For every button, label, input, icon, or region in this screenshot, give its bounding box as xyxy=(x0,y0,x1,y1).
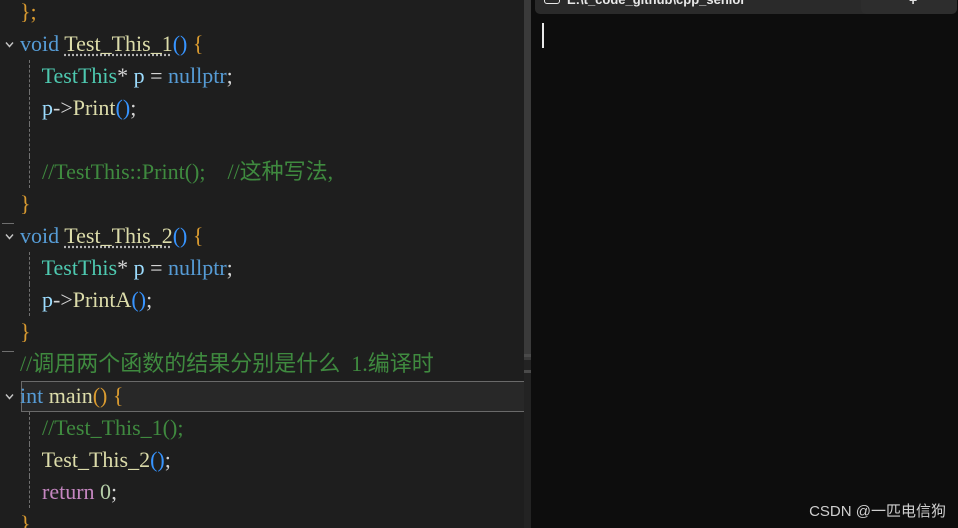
fold-chevron-icon[interactable] xyxy=(4,231,15,242)
code-line[interactable]: p->PrintA(); xyxy=(20,284,531,316)
code-token: } xyxy=(20,319,31,344)
code-token: //Test_This_1(); xyxy=(42,415,184,440)
code-token: void xyxy=(20,223,60,248)
code-token: { xyxy=(192,31,204,56)
fold-region-separator xyxy=(2,223,14,224)
add-terminal-icon[interactable]: + xyxy=(909,0,917,14)
code-token: TestThis xyxy=(41,63,118,88)
fold-chevron-icon[interactable] xyxy=(4,391,15,402)
terminal-new-tab[interactable]: + xyxy=(861,0,957,14)
code-token: p xyxy=(42,287,53,312)
code-token: } xyxy=(20,191,31,216)
code-token: () xyxy=(115,95,131,120)
code-token: //这种写法, xyxy=(227,159,334,184)
code-line[interactable]: Test_This_2(); xyxy=(20,444,531,476)
code-token: p xyxy=(133,255,145,280)
terminal-tab-label: E:\t_code_github\cpp_senior xyxy=(567,0,745,14)
code-token: { xyxy=(192,223,204,248)
code-line[interactable]: TestThis* p = nullptr; xyxy=(20,60,531,92)
code-token: main xyxy=(48,383,93,408)
code-token: Print xyxy=(72,95,116,120)
code-token: () xyxy=(172,223,188,248)
code-token: * xyxy=(117,255,129,280)
terminal-pane[interactable]: E:\t_code_github\cpp_senior ▾ + CSDN @一匹… xyxy=(531,0,958,528)
code-line[interactable]: void Test_This_2() { xyxy=(20,220,531,252)
code-token: = xyxy=(150,63,163,88)
code-token: -> xyxy=(53,287,73,312)
code-line[interactable]: } xyxy=(20,508,531,528)
code-token: ; xyxy=(130,95,137,120)
code-line[interactable]: } xyxy=(20,316,531,348)
code-token: p xyxy=(133,63,145,88)
code-token: 0 xyxy=(100,479,112,504)
code-token: } xyxy=(20,511,31,528)
code-token: Test_This_2 xyxy=(41,447,151,472)
code-line[interactable]: //Test_This_1(); xyxy=(20,412,531,444)
editor-code-area[interactable]: }; void Test_This_1() { TestThis* p = nul… xyxy=(20,0,531,528)
terminal-tab-bar[interactable]: E:\t_code_github\cpp_senior ▾ + xyxy=(531,0,958,14)
code-line[interactable]: TestThis* p = nullptr; xyxy=(20,252,531,284)
code-token: () xyxy=(131,287,147,312)
code-line[interactable]: //TestThis::Print(); //这种写法, xyxy=(20,156,531,188)
app-window: }; void Test_This_1() { TestThis* p = nul… xyxy=(0,0,958,528)
code-editor-pane[interactable]: }; void Test_This_1() { TestThis* p = nul… xyxy=(0,0,531,528)
code-token: ; xyxy=(226,63,233,88)
code-token: //调用两个函数的结果分别是什么 1.编译时 xyxy=(20,351,434,376)
editor-vertical-scrollbar[interactable] xyxy=(524,0,531,528)
scrollbar-thumb[interactable] xyxy=(524,0,531,360)
code-line[interactable] xyxy=(20,124,531,156)
scrollbar-overview-mark xyxy=(524,370,531,373)
code-token: void xyxy=(20,31,60,56)
code-token: nullptr xyxy=(167,63,227,88)
code-line[interactable]: }; xyxy=(20,0,531,28)
code-token: ; xyxy=(146,287,153,312)
code-token: }; xyxy=(20,0,37,24)
fold-region-separator xyxy=(2,351,14,352)
code-token: TestThis xyxy=(41,255,118,280)
code-token: ; xyxy=(111,479,118,504)
terminal-icon xyxy=(544,0,560,4)
code-line[interactable]: p->Print(); xyxy=(20,92,531,124)
code-line[interactable]: } xyxy=(20,188,531,220)
code-token: ; xyxy=(164,447,171,472)
code-token: () xyxy=(150,447,165,472)
code-line[interactable]: int main() { xyxy=(20,380,531,412)
code-token: nullptr xyxy=(167,255,227,280)
code-token: = xyxy=(150,255,163,280)
code-token: p xyxy=(42,95,53,120)
code-token: * xyxy=(117,63,129,88)
csdn-watermark: CSDN @一匹电信狗 xyxy=(809,503,946,520)
code-token: -> xyxy=(53,95,73,120)
scrollbar-overview-mark xyxy=(524,354,531,357)
code-token: return xyxy=(42,479,95,504)
code-line[interactable]: //调用两个函数的结果分别是什么 1.编译时 xyxy=(20,348,531,380)
code-token: Test_This_1 xyxy=(64,31,173,56)
code-token: //TestThis::Print(); xyxy=(42,159,206,184)
code-line[interactable]: return 0; xyxy=(20,476,531,508)
editor-gutter[interactable] xyxy=(0,0,20,528)
code-token: { xyxy=(112,383,124,408)
code-token: PrintA xyxy=(72,287,132,312)
code-token: ; xyxy=(226,255,233,280)
code-token: () xyxy=(172,31,188,56)
code-token: () xyxy=(92,383,108,408)
code-line[interactable]: void Test_This_1() { xyxy=(20,28,531,60)
code-token: Test_This_2 xyxy=(64,223,173,248)
terminal-text-cursor xyxy=(542,23,544,48)
fold-chevron-icon[interactable] xyxy=(4,39,15,50)
code-token: int xyxy=(20,383,44,408)
